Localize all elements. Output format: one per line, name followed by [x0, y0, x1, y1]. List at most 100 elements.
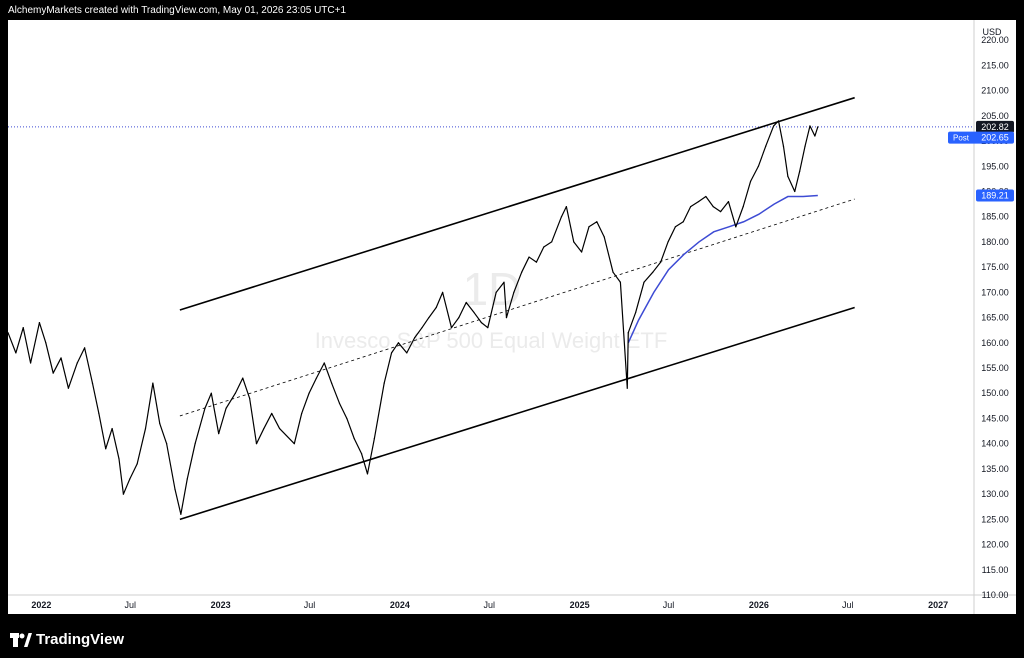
- price-point: [263, 427, 265, 430]
- price-point: [346, 417, 348, 420]
- price-point: [551, 241, 553, 243]
- y-tick-label: 180.00: [981, 237, 1009, 247]
- price-point: [581, 251, 583, 253]
- price-point: [705, 195, 707, 198]
- price-point: [635, 311, 637, 314]
- price-point: [166, 443, 168, 445]
- price-point: [373, 438, 375, 440]
- price-point: [174, 488, 176, 490]
- price-point: [652, 271, 654, 273]
- y-tick-label: 205.00: [981, 111, 1009, 121]
- price-point: [91, 382, 94, 384]
- price-point: [697, 200, 700, 203]
- price-point: [503, 281, 505, 283]
- x-tick-label: Jul: [842, 600, 854, 610]
- ma-price-label: 189.21: [981, 190, 1009, 200]
- price-point: [674, 226, 677, 228]
- y-tick-label: 140.00: [981, 439, 1009, 449]
- price-point: [360, 453, 363, 455]
- y-tick-label: 125.00: [981, 514, 1009, 524]
- price-point: [465, 301, 467, 304]
- price-point: [186, 478, 188, 480]
- price-point: [560, 216, 563, 218]
- x-tick-label: 2025: [570, 600, 590, 610]
- price-point: [442, 291, 444, 293]
- price-point: [383, 382, 385, 384]
- price-point: [249, 397, 251, 399]
- price-point: [105, 448, 107, 450]
- price-point: [366, 473, 369, 475]
- price-point: [612, 271, 614, 273]
- price-point: [773, 125, 775, 127]
- price-point: [473, 311, 475, 314]
- price-point: [596, 221, 598, 223]
- price-point: [194, 443, 196, 445]
- price-point: [782, 145, 785, 147]
- price-point: [98, 412, 100, 415]
- price-point: [271, 412, 273, 415]
- price-point: [242, 377, 244, 379]
- price-point: [52, 372, 54, 374]
- price-point: [67, 387, 70, 389]
- price-point: [742, 206, 744, 208]
- price-point: [308, 392, 310, 394]
- price-point: [428, 316, 430, 319]
- price-point: [45, 342, 47, 344]
- price-point: [528, 256, 530, 258]
- y-tick-label: 145.00: [981, 413, 1009, 423]
- price-point: [809, 125, 811, 127]
- price-point: [765, 145, 767, 147]
- price-point: [603, 236, 605, 238]
- post-tag-label: Post: [953, 134, 970, 143]
- price-point: [38, 322, 41, 324]
- price-point: [118, 458, 120, 460]
- post-price-label: 202.65: [981, 133, 1009, 143]
- price-point: [129, 478, 131, 480]
- symbol-watermark: Invesco S&P 500 Equal Weight ETF: [315, 328, 668, 353]
- price-point: [814, 135, 816, 137]
- y-tick-group: 220.00215.00210.00205.00200.00195.00190.…: [981, 35, 1009, 600]
- price-point: [787, 175, 789, 177]
- price-point: [727, 200, 730, 203]
- price-point: [799, 170, 801, 172]
- price-point: [749, 180, 752, 183]
- x-tick-label: Jul: [663, 600, 675, 610]
- x-tick-label: 2027: [928, 600, 948, 610]
- price-point: [543, 246, 545, 248]
- y-tick-label: 120.00: [981, 540, 1009, 550]
- price-point: [331, 382, 333, 384]
- price-point: [619, 281, 622, 283]
- brand-text: TradingView: [36, 631, 125, 648]
- price-point: [817, 126, 819, 128]
- y-tick-label: 195.00: [981, 161, 1009, 171]
- price-point: [757, 165, 760, 167]
- price-point: [111, 427, 113, 430]
- x-tick-label: 2023: [211, 600, 231, 610]
- price-point: [76, 362, 78, 364]
- price-point: [390, 352, 393, 354]
- price-point: [735, 226, 737, 228]
- price-point: [421, 327, 423, 329]
- price-chart[interactable]: 1D Invesco S&P 500 Equal Weight ETF USD …: [0, 0, 1024, 658]
- price-point: [323, 362, 325, 364]
- tradingview-brand[interactable]: TradingView: [10, 631, 124, 648]
- price-point: [84, 347, 86, 349]
- x-tick-label: Jul: [125, 600, 137, 610]
- price-point: [521, 271, 523, 273]
- chart-frame: AlchemyMarkets created with TradingView.…: [0, 0, 1024, 658]
- price-point: [210, 392, 212, 394]
- price-point: [278, 427, 281, 430]
- y-tick-label: 170.00: [981, 287, 1009, 297]
- price-point: [315, 377, 318, 379]
- price-point: [573, 241, 575, 243]
- y-tick-label: 135.00: [981, 464, 1009, 474]
- price-point: [667, 241, 669, 243]
- price-point: [535, 261, 538, 263]
- y-tick-label: 220.00: [981, 35, 1009, 45]
- price-point: [225, 407, 227, 409]
- price-point: [152, 382, 154, 384]
- price-point: [565, 206, 567, 208]
- price-point: [414, 337, 416, 339]
- price-point: [293, 443, 295, 445]
- price-point: [204, 407, 206, 409]
